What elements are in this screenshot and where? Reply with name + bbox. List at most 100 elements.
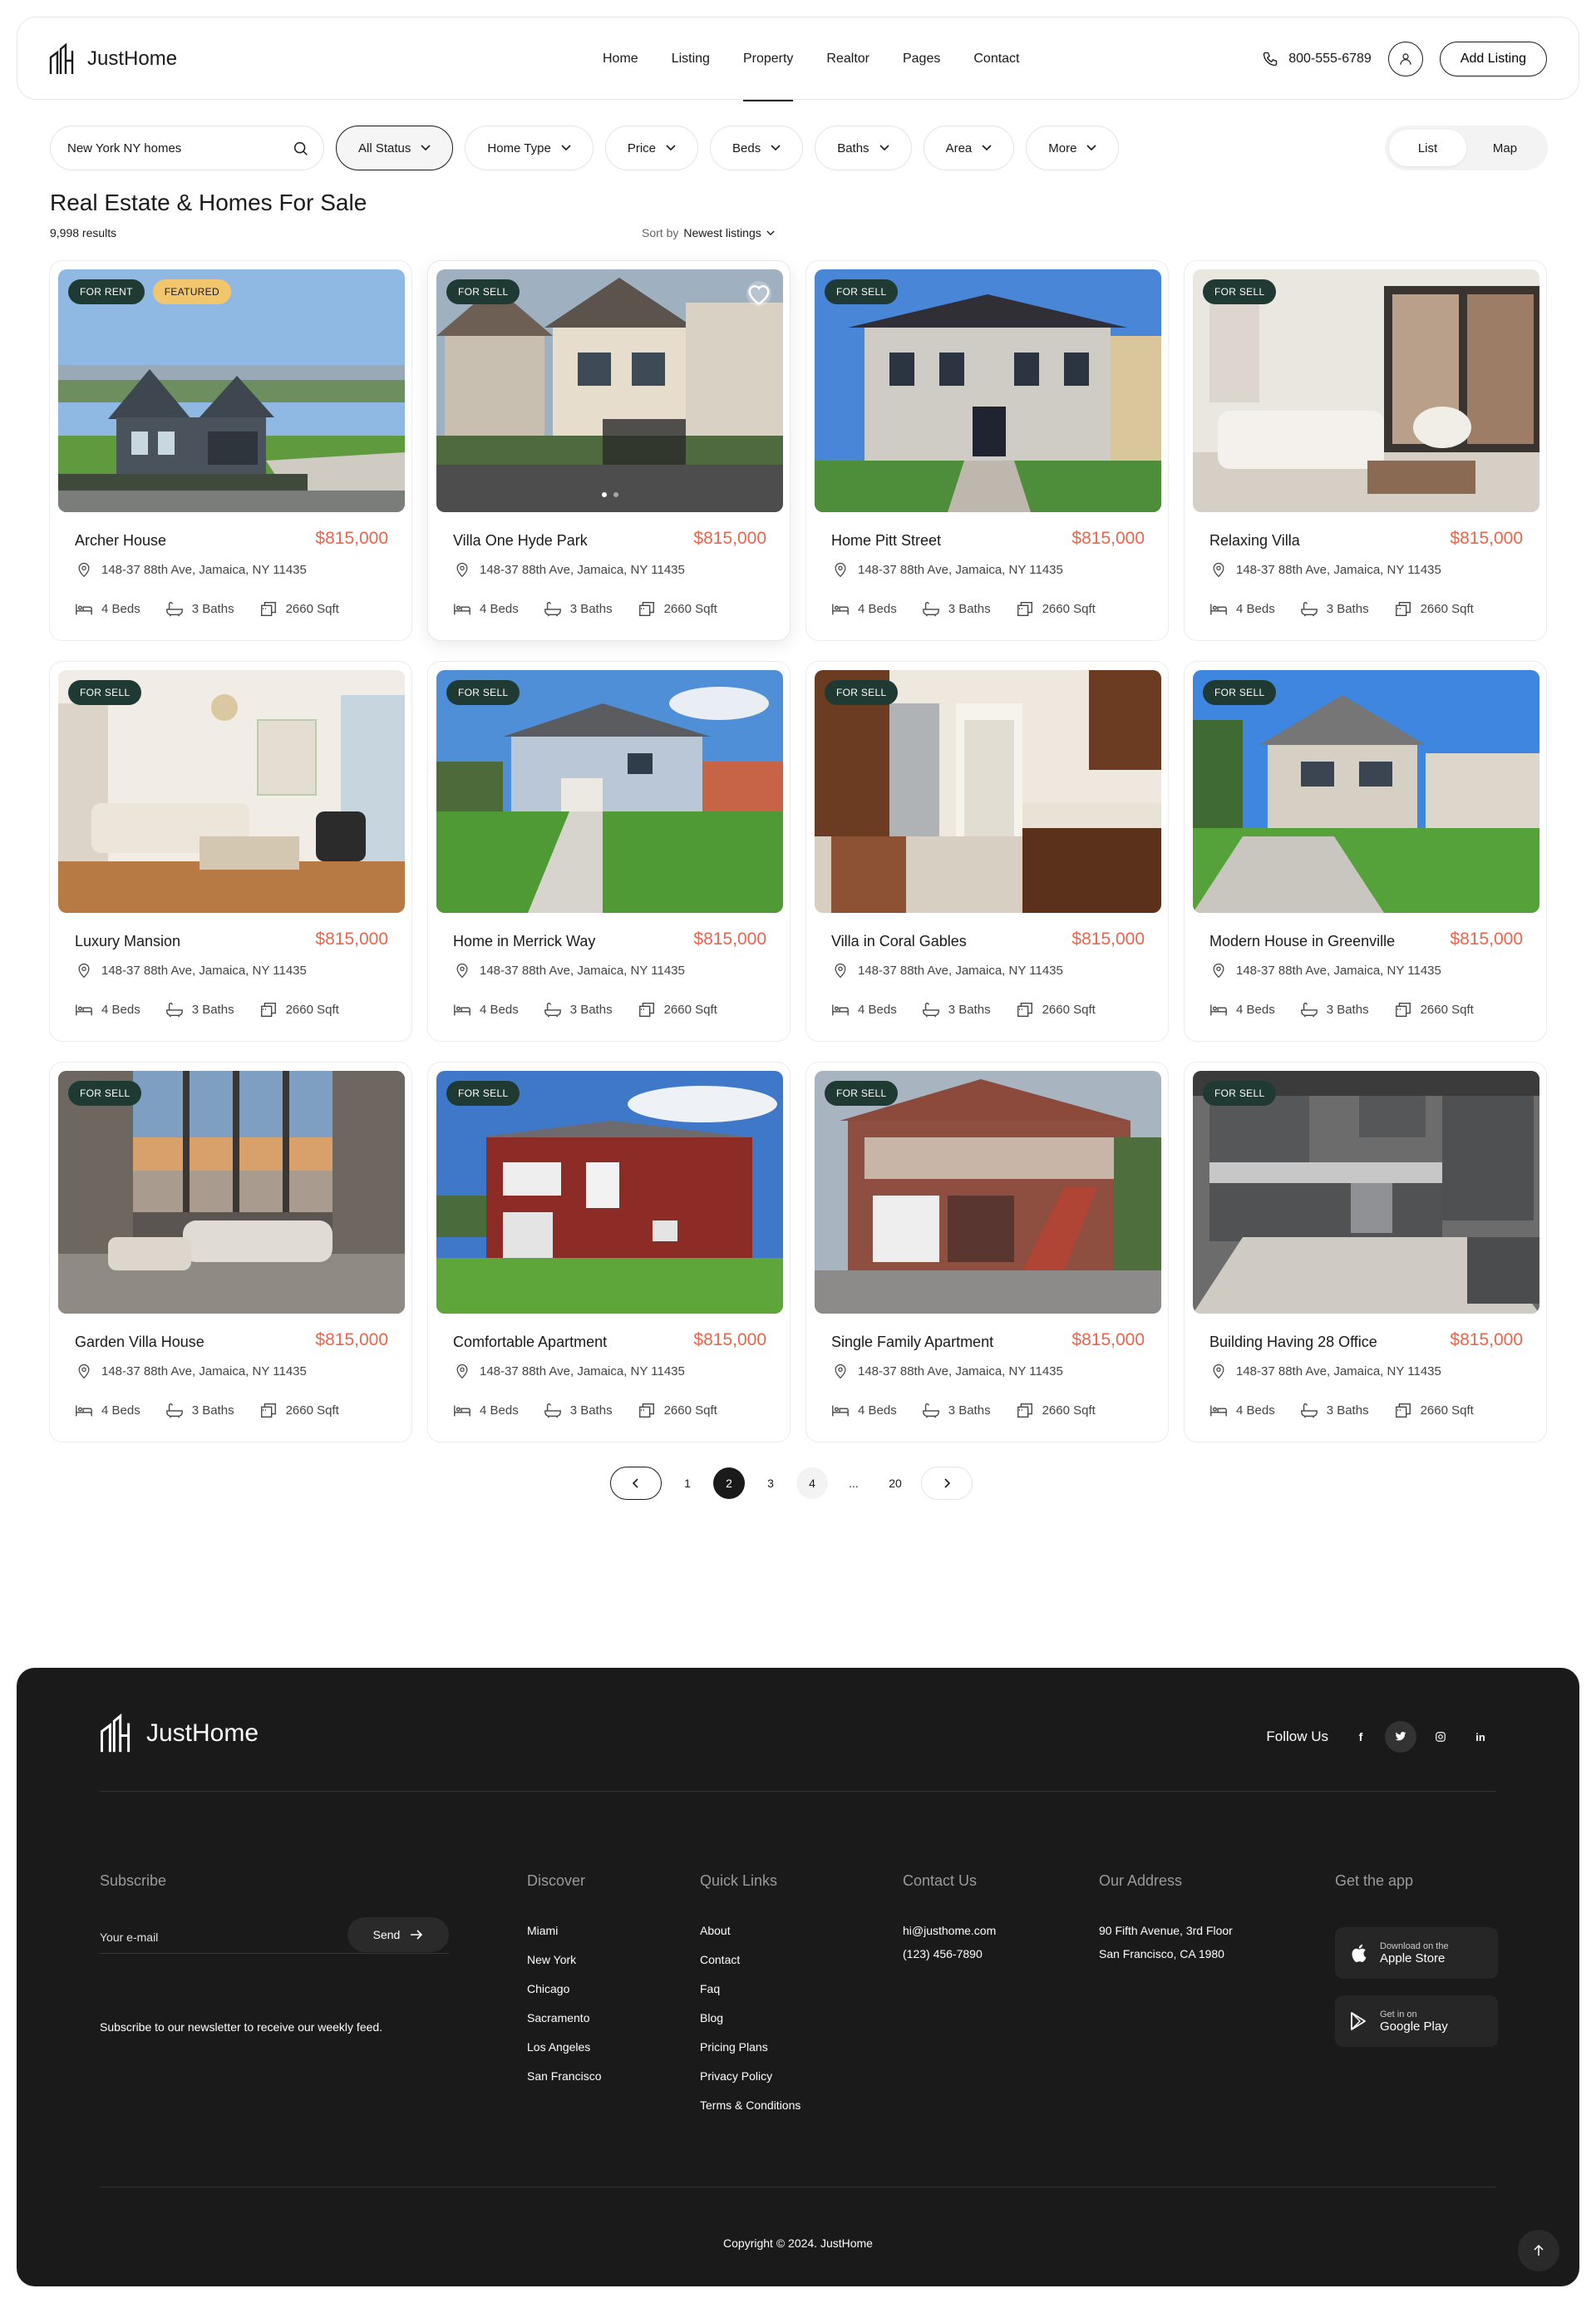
property-image[interactable] xyxy=(58,1071,405,1314)
property-name[interactable]: Garden Villa House xyxy=(75,1334,204,1351)
add-listing-button[interactable]: Add Listing xyxy=(1439,42,1547,76)
property-image[interactable] xyxy=(815,1071,1161,1314)
nav-realtor[interactable]: Realtor xyxy=(810,17,886,101)
property-image[interactable] xyxy=(436,670,783,913)
property-card[interactable]: FOR RENT FEATURED Archer House $815,000 1… xyxy=(49,260,412,641)
contact-email[interactable]: hi@justhome.com xyxy=(903,1922,996,1945)
property-card[interactable]: FOR SELL Villa in Coral Gables $815,000 … xyxy=(805,661,1169,1042)
discover-link[interactable]: New York xyxy=(527,1951,601,1980)
google-play-icon xyxy=(1351,2012,1366,2030)
page-1[interactable]: 1 xyxy=(672,1467,703,1499)
filter-home-type[interactable]: Home Type xyxy=(465,126,594,170)
bathtub-icon xyxy=(165,602,183,617)
linkedin-icon[interactable]: in xyxy=(1465,1721,1496,1753)
back-to-top-button[interactable] xyxy=(1518,2230,1559,2271)
quick-link[interactable]: Faq xyxy=(700,1980,800,2010)
view-list-button[interactable]: List xyxy=(1389,130,1466,166)
property-card[interactable]: FOR SELL Home Pitt Street $815,000 148-3… xyxy=(805,260,1169,641)
property-card[interactable]: FOR SELL Comfortable Apartment $815,000 … xyxy=(427,1062,791,1442)
property-name[interactable]: Relaxing Villa xyxy=(1209,532,1300,550)
property-name[interactable]: Building Having 28 Office xyxy=(1209,1334,1377,1351)
quick-link[interactable]: Privacy Policy xyxy=(700,2068,800,2097)
user-account-button[interactable] xyxy=(1387,42,1423,76)
filter-status[interactable]: All Status xyxy=(336,126,454,170)
quick-link[interactable]: About xyxy=(700,1922,800,1951)
property-name[interactable]: Single Family Apartment xyxy=(831,1334,993,1351)
nav-listing[interactable]: Listing xyxy=(655,17,727,101)
nav-pages[interactable]: Pages xyxy=(886,17,957,101)
phone-link[interactable]: 800-555-6789 xyxy=(1262,51,1372,67)
property-card[interactable]: FOR SELL Garden Villa House $815,000 148… xyxy=(49,1062,412,1442)
filter-baths[interactable]: Baths xyxy=(815,126,912,170)
property-image[interactable] xyxy=(58,269,405,512)
property-card[interactable]: FOR SELL Relaxing Villa $815,000 148-37 … xyxy=(1184,260,1547,641)
baths-feature: 3 Baths xyxy=(1300,1402,1369,1418)
property-name[interactable]: Home in Merrick Way xyxy=(453,933,595,950)
image-carousel-dots[interactable] xyxy=(601,492,618,497)
page-2[interactable]: 2 xyxy=(713,1467,745,1499)
send-button[interactable]: Send xyxy=(347,1917,449,1952)
property-card[interactable]: FOR SELL Villa One Hyde Park $815,000 14… xyxy=(427,260,791,641)
property-image[interactable] xyxy=(1193,269,1539,512)
quick-link[interactable]: Contact xyxy=(700,1951,800,1980)
carousel-dot[interactable] xyxy=(601,492,607,497)
quick-link[interactable]: Terms & Conditions xyxy=(700,2097,800,2126)
property-card[interactable]: FOR SELL Home in Merrick Way $815,000 14… xyxy=(427,661,791,1042)
google-play-button[interactable]: Get in on Google Play xyxy=(1335,1995,1498,2047)
page-4[interactable]: 4 xyxy=(796,1467,828,1499)
discover-link[interactable]: San Francisco xyxy=(527,2068,601,2097)
sort-dropdown[interactable]: Sort by Newest listings xyxy=(642,226,775,239)
property-image[interactable] xyxy=(1193,670,1539,913)
brand-logo[interactable]: JustHome xyxy=(49,42,177,76)
property-name[interactable]: Archer House xyxy=(75,532,166,550)
property-image[interactable] xyxy=(58,670,405,913)
discover-link[interactable]: Chicago xyxy=(527,1980,601,2010)
footer-brand-logo[interactable]: JustHome xyxy=(100,1711,259,1756)
nav-contact[interactable]: Contact xyxy=(957,17,1036,101)
quick-link[interactable]: Pricing Plans xyxy=(700,2039,800,2068)
apple-store-button[interactable]: Download on the Apple Store xyxy=(1335,1927,1498,1979)
nav-property[interactable]: Property xyxy=(727,17,810,101)
twitter-icon[interactable] xyxy=(1385,1721,1416,1753)
property-name[interactable]: Comfortable Apartment xyxy=(453,1334,607,1351)
discover-link[interactable]: Los Angeles xyxy=(527,2039,601,2068)
property-image[interactable] xyxy=(815,670,1161,913)
area-icon xyxy=(1395,601,1411,616)
pagination-prev-button[interactable] xyxy=(610,1467,662,1500)
instagram-icon[interactable] xyxy=(1425,1721,1456,1753)
property-card[interactable]: FOR SELL Modern House in Greenville $815… xyxy=(1184,661,1547,1042)
filter-area[interactable]: Area xyxy=(923,126,1015,170)
page-20[interactable]: 20 xyxy=(879,1467,911,1499)
property-image[interactable] xyxy=(436,269,783,512)
view-map-button[interactable]: Map xyxy=(1466,130,1544,166)
property-image[interactable] xyxy=(436,1071,783,1314)
email-field[interactable]: Your e-mail Send xyxy=(100,1917,449,1954)
bed-icon xyxy=(454,604,470,615)
filter-beds[interactable]: Beds xyxy=(710,126,804,170)
property-name[interactable]: Luxury Mansion xyxy=(75,933,180,950)
property-image[interactable] xyxy=(815,269,1161,512)
property-card[interactable]: FOR SELL Luxury Mansion $815,000 148-37 … xyxy=(49,661,412,1042)
search-input[interactable]: New York NY homes xyxy=(50,126,324,170)
property-name[interactable]: Villa in Coral Gables xyxy=(831,933,967,950)
property-name[interactable]: Home Pitt Street xyxy=(831,532,941,550)
property-name[interactable]: Villa One Hyde Park xyxy=(453,532,588,550)
property-card[interactable]: FOR SELL Single Family Apartment $815,00… xyxy=(805,1062,1169,1442)
status-badge: FOR RENT xyxy=(68,279,145,304)
property-card[interactable]: FOR SELL Building Having 28 Office $815,… xyxy=(1184,1062,1547,1442)
property-name[interactable]: Modern House in Greenville xyxy=(1209,933,1395,950)
carousel-dot[interactable] xyxy=(613,492,618,497)
pagination-next-button[interactable] xyxy=(921,1467,973,1500)
search-icon[interactable] xyxy=(292,140,310,158)
discover-link[interactable]: Sacramento xyxy=(527,2010,601,2039)
quick-link[interactable]: Blog xyxy=(700,2010,800,2039)
discover-link[interactable]: Miami xyxy=(527,1922,601,1951)
property-image[interactable] xyxy=(1193,1071,1539,1314)
favorite-heart-icon[interactable] xyxy=(746,281,771,306)
contact-phone[interactable]: (123) 456-7890 xyxy=(903,1945,996,1975)
facebook-icon[interactable]: f xyxy=(1345,1721,1377,1753)
filter-price[interactable]: Price xyxy=(604,126,698,170)
nav-home[interactable]: Home xyxy=(586,17,655,101)
filter-more[interactable]: More xyxy=(1026,126,1120,170)
page-3[interactable]: 3 xyxy=(755,1467,786,1499)
